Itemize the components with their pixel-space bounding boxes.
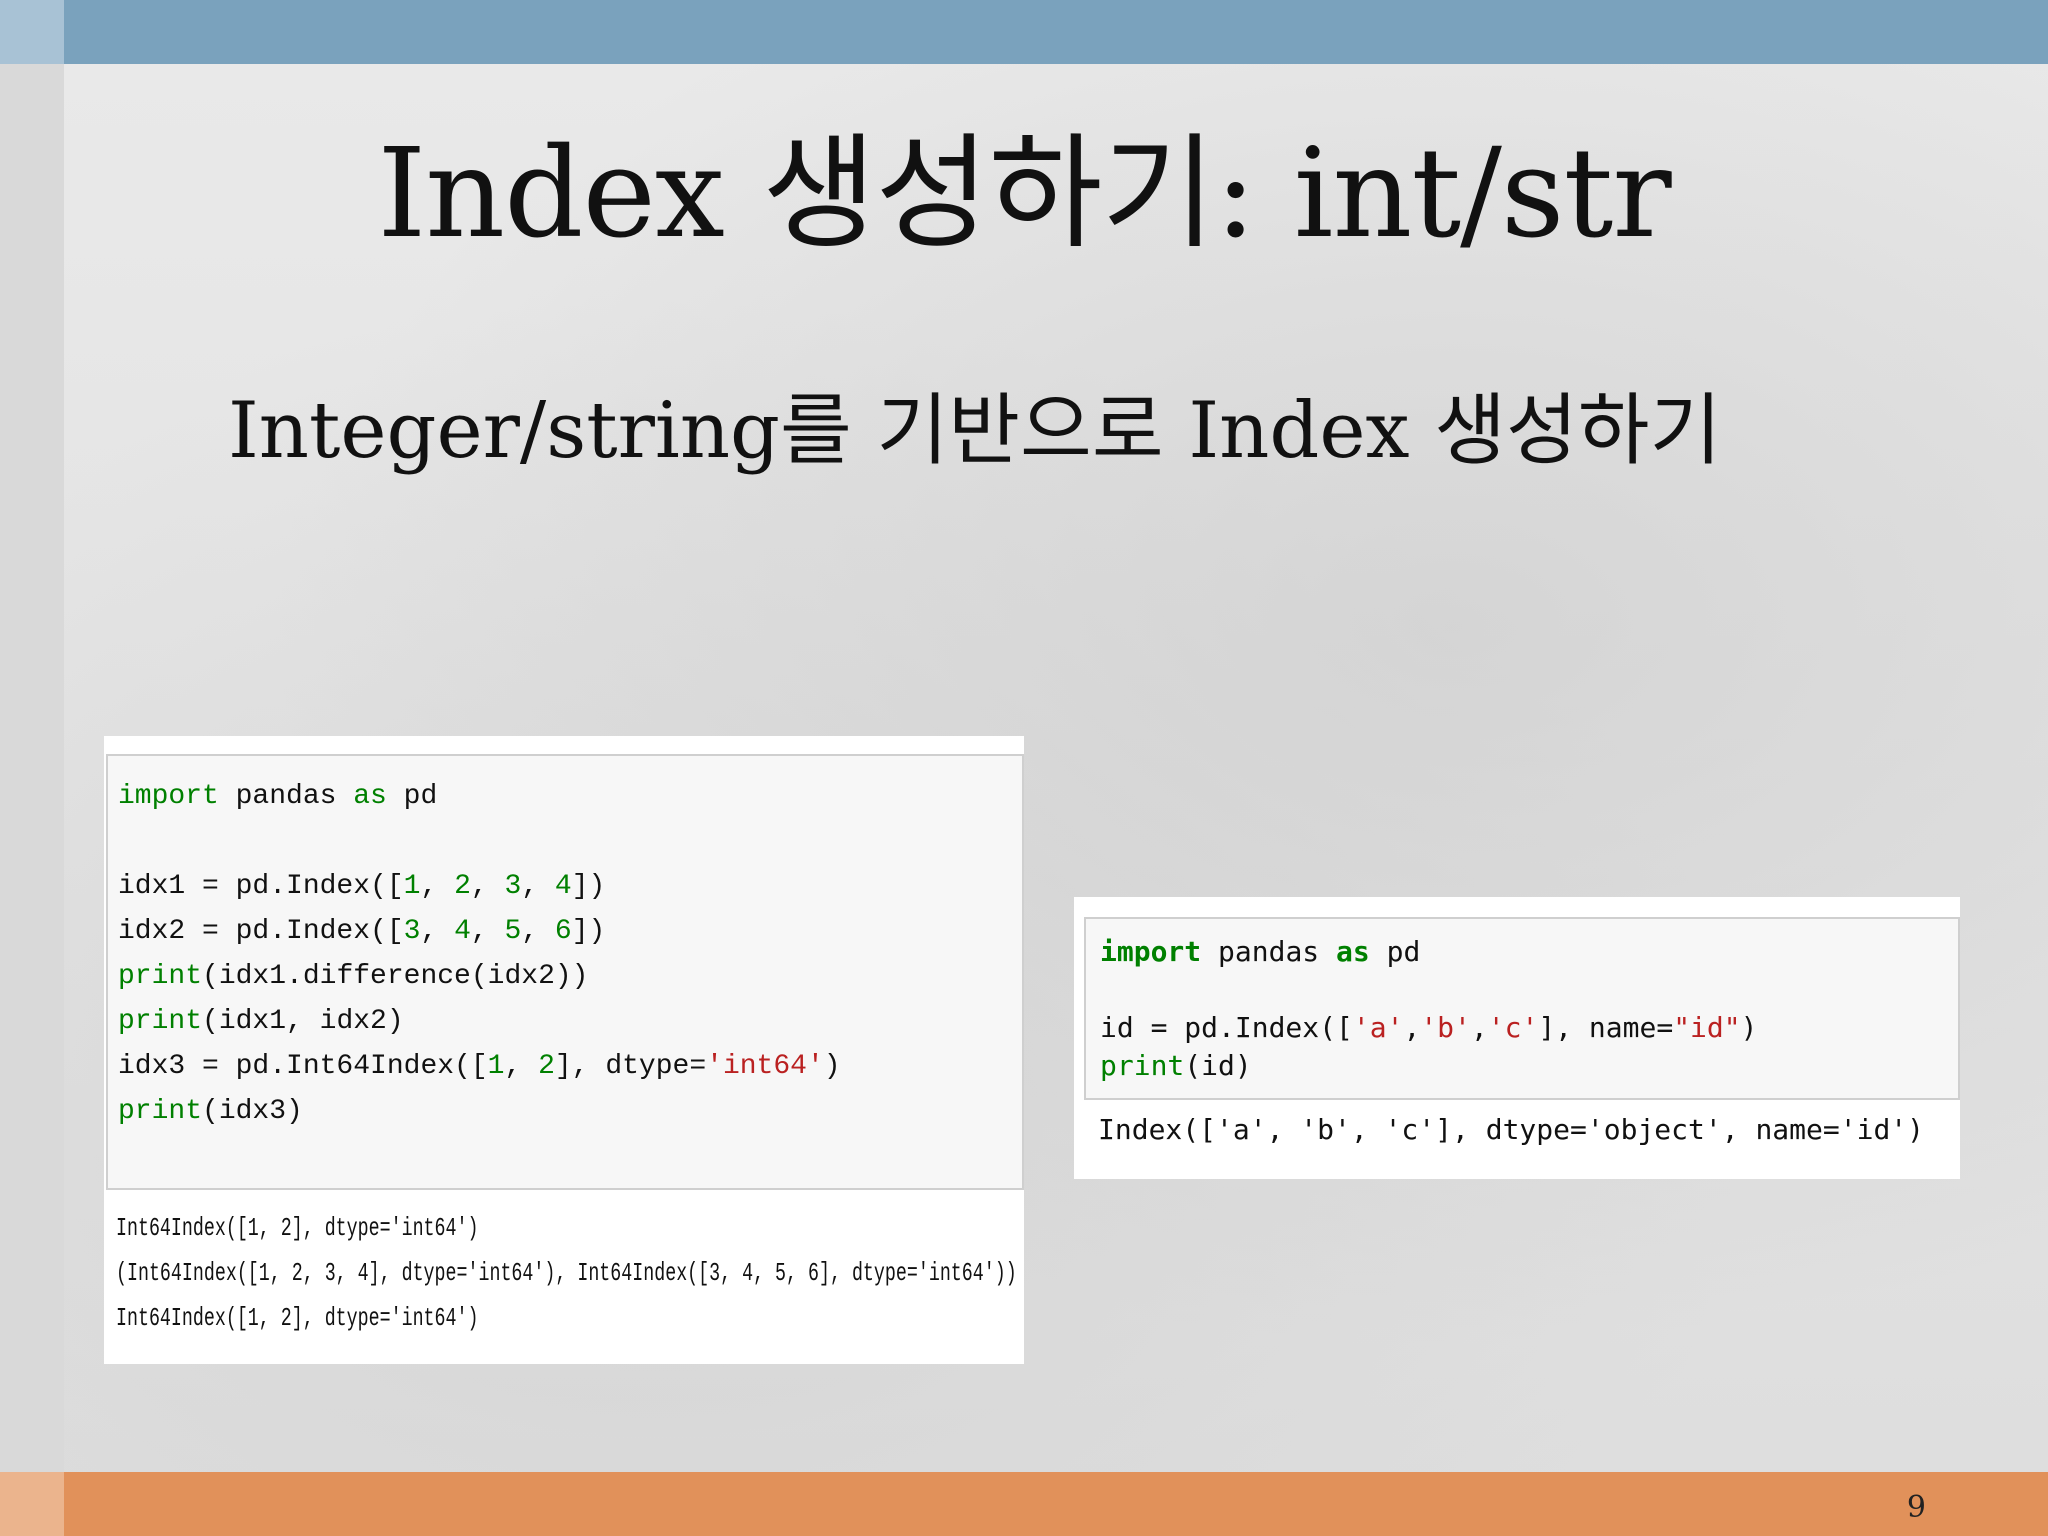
left-code-token: print: [118, 961, 203, 992]
bottom-accent-bar: [0, 1472, 2048, 1536]
left-code-token: ]): [571, 871, 606, 902]
right-code-input-cell: import pandas as pd id = pd.Index(['a','…: [1084, 917, 1960, 1100]
left-code-line: print(idx1.difference(idx2)): [118, 954, 1022, 999]
right-code-line: print(id): [1100, 1047, 1958, 1085]
top-accent-bar-corner: [0, 0, 64, 64]
left-code-line: idx1 = pd.Index([1, 2, 3, 4]): [118, 864, 1022, 909]
right-code-screenshot: import pandas as pd id = pd.Index(['a','…: [1074, 897, 1960, 1179]
left-code-line: [118, 819, 1022, 864]
left-code-token: 4: [454, 916, 471, 947]
left-code-token: ,: [521, 916, 555, 947]
left-code-token: pandas: [218, 781, 354, 812]
left-code-token: ,: [420, 916, 455, 947]
left-code-token: ]): [571, 916, 606, 947]
left-code-token: print: [118, 1096, 203, 1127]
right-code-token: "id": [1673, 1011, 1741, 1044]
left-output-line: Int64Index([1, 2], dtype='int64'): [116, 1303, 479, 1333]
left-code-token: import: [118, 781, 219, 812]
right-code-token: 'c': [1487, 1011, 1539, 1044]
left-code-token: 'int64': [706, 1051, 824, 1082]
left-code-token: 6: [554, 916, 572, 947]
left-code-token: ,: [470, 916, 505, 947]
left-code-token: 5: [504, 916, 522, 947]
left-code-token: as: [353, 781, 387, 812]
left-code-line: idx2 = pd.Index([3, 4, 5, 6]): [118, 909, 1022, 954]
left-code-output: Int64Index([1, 2], dtype='int64') (Int64I…: [116, 1206, 1017, 1341]
left-code-token: idx1 = pd.Index([: [118, 871, 404, 902]
left-code-token: idx3 = pd.Int64Index([: [118, 1051, 488, 1082]
right-code-output: Index(['a', 'b', 'c'], dtype='object', n…: [1098, 1111, 1924, 1149]
right-code-token: ], name=: [1538, 1011, 1674, 1044]
right-code-token: pd: [1369, 935, 1421, 968]
page-number: 9: [1906, 1490, 1926, 1525]
left-code-token: 1: [487, 1051, 505, 1082]
left-code-token: ,: [470, 871, 505, 902]
slide-title: Index 생성하기: int/str: [377, 122, 1671, 266]
slide-subtitle: Integer/string를 기반으로 Index 생성하기: [228, 386, 1722, 476]
right-code-token: (id): [1184, 1049, 1252, 1082]
right-code-token: 'b': [1420, 1011, 1471, 1044]
right-code-token: ,: [1403, 1011, 1421, 1044]
right-code-line: import pandas as pd: [1100, 933, 1958, 971]
left-code-input-cell: import pandas as pd idx1 = pd.Index([1, …: [106, 754, 1024, 1190]
left-code-token: 2: [538, 1051, 555, 1082]
left-output-line: (Int64Index([1, 2, 3, 4], dtype='int64')…: [116, 1258, 1017, 1288]
left-code-line: import pandas as pd: [118, 774, 1022, 819]
left-code-token: idx2 = pd.Index([: [118, 916, 404, 947]
left-code-token: (idx3): [202, 1096, 303, 1127]
right-code-token: ): [1740, 1011, 1758, 1044]
left-code-token: (idx1, idx2): [202, 1006, 404, 1037]
right-code-token: print: [1100, 1049, 1185, 1082]
left-code-token: ,: [504, 1051, 539, 1082]
left-code-line: idx3 = pd.Int64Index([1, 2], dtype='int6…: [118, 1044, 1022, 1089]
left-code-token: ,: [521, 871, 555, 902]
left-code-token: 4: [554, 871, 572, 902]
left-code-token: ): [823, 1051, 841, 1082]
right-code-token: id = pd.Index([: [1100, 1011, 1353, 1044]
left-code-token: print: [118, 1006, 203, 1037]
right-code-token: import: [1100, 935, 1202, 968]
left-code-token: pd: [386, 781, 438, 812]
right-code-line: id = pd.Index(['a','b','c'], name="id"): [1100, 1009, 1958, 1047]
right-output-line: Index(['a', 'b', 'c'], dtype='object', n…: [1098, 1113, 1925, 1146]
left-code-line: print(idx3): [118, 1089, 1022, 1134]
right-code-token: ,: [1470, 1011, 1488, 1044]
left-code-screenshot: import pandas as pd idx1 = pd.Index([1, …: [104, 736, 1024, 1364]
top-accent-bar: [0, 0, 2048, 64]
left-code-token: 3: [403, 916, 421, 947]
left-code-token: 2: [454, 871, 471, 902]
right-code-token: pandas: [1201, 935, 1337, 968]
right-code-line: [1100, 971, 1958, 1009]
left-code-token: (idx1.difference(idx2)): [202, 961, 589, 992]
left-output-line: Int64Index([1, 2], dtype='int64'): [116, 1213, 479, 1243]
bottom-accent-bar-corner: [0, 1472, 64, 1536]
left-code-line: print(idx1, idx2): [118, 999, 1022, 1044]
left-code-token: 3: [504, 871, 522, 902]
left-code-token: 1: [403, 871, 421, 902]
left-code-token: ], dtype=: [554, 1051, 707, 1082]
right-code-token: as: [1336, 935, 1370, 968]
left-code-token: ,: [420, 871, 455, 902]
right-code-token: 'a': [1352, 1011, 1404, 1044]
